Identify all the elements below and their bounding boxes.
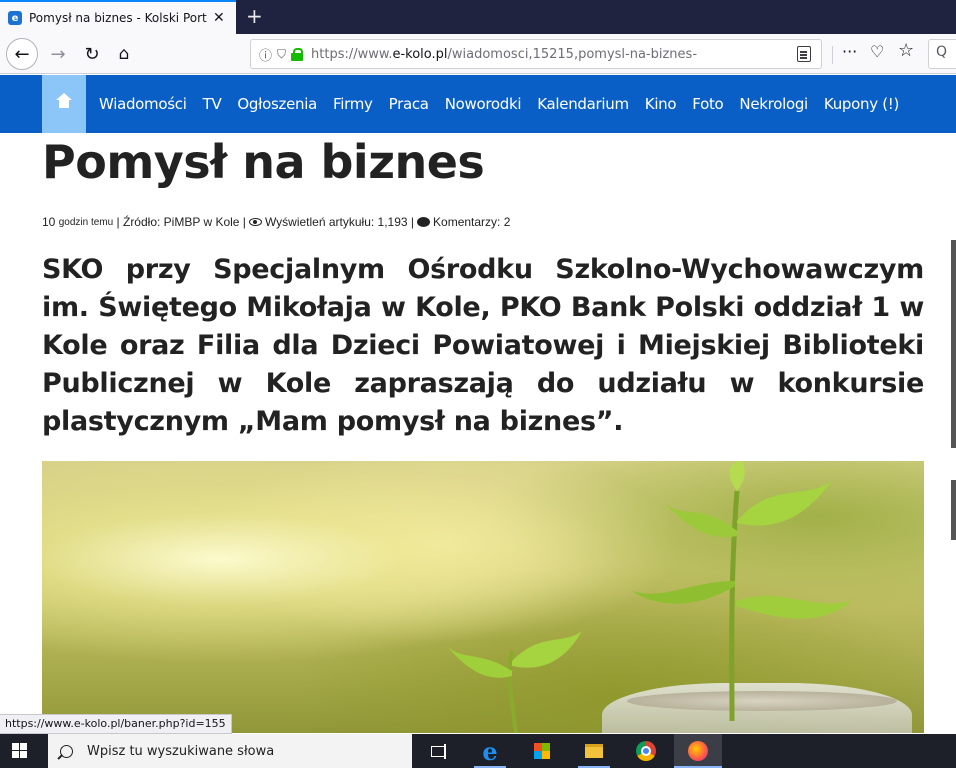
bookmark-star-icon[interactable]: ☆ xyxy=(898,40,914,61)
url-path: /wiadomosci,15215,pomysl-na-biznes- xyxy=(447,46,698,62)
menu-item-firmy[interactable]: Firmy xyxy=(333,95,373,113)
back-button[interactable]: ← xyxy=(6,38,38,70)
menu-item-praca[interactable]: Praca xyxy=(389,95,429,113)
menu-item-nekrologi[interactable]: Nekrologi xyxy=(739,95,808,113)
article-lead: SKO przy Specjalnym Ośrodku Szkolno-Wych… xyxy=(42,254,924,437)
task-view-icon[interactable] xyxy=(414,734,462,768)
status-link-preview: https://www.e-kolo.pl/baner.php?id=155 xyxy=(0,714,232,734)
menu-item-kino[interactable]: Kino xyxy=(645,95,677,113)
article-photo xyxy=(42,461,924,733)
publish-time-suffix: godzin temu xyxy=(58,216,114,228)
url-domain: e-kolo.pl xyxy=(392,46,448,62)
menu-item-tv[interactable]: TV xyxy=(203,95,222,113)
view-count: Wyświetleń artykułu: 1,193 | xyxy=(264,215,415,229)
menu-item-kalendarium[interactable]: Kalendarium xyxy=(537,95,629,113)
taskbar: Wpisz tu wyszukiwane słowa e xyxy=(0,734,956,768)
site-favicon-icon: e xyxy=(8,11,22,25)
menu-item-noworodki[interactable]: Noworodki xyxy=(445,95,522,113)
store-icon[interactable] xyxy=(518,734,566,768)
menu-item-kupony[interactable]: Kupony (!) xyxy=(824,95,899,113)
chrome-icon[interactable] xyxy=(622,734,670,768)
sidebar-edge xyxy=(951,240,956,448)
article-meta: 10 godzin temu | Źródło: PiMBP w Kole | … xyxy=(42,215,510,229)
lock-icon[interactable] xyxy=(291,48,304,61)
publish-time: 10 xyxy=(42,215,56,229)
url-text[interactable]: https://www.e-kolo.pl/wiadomosci,15215,p… xyxy=(311,47,697,62)
eye-icon xyxy=(248,218,262,226)
windows-start-icon[interactable] xyxy=(12,743,28,759)
browser-tab[interactable]: e Pomysł na biznes - Kolski Portal ✕ xyxy=(0,0,236,34)
tab-title: Pomysł na biznes - Kolski Portal xyxy=(29,11,207,25)
search-box[interactable]: Q xyxy=(928,39,956,69)
site-home-button[interactable] xyxy=(42,75,86,133)
file-explorer-icon[interactable] xyxy=(570,734,618,768)
firefox-icon[interactable] xyxy=(674,734,722,768)
article-title: Pomysł na biznes xyxy=(42,135,485,189)
reload-button[interactable]: ↻ xyxy=(78,40,106,68)
pocket-icon[interactable]: ♡ xyxy=(870,42,884,61)
navigation-toolbar: ← → ↻ ⌂ ⓘ ⛉ https://www.e-kolo.pl/wiadom… xyxy=(0,34,956,74)
house-icon xyxy=(56,93,72,109)
home-button[interactable]: ⌂ xyxy=(110,40,138,68)
new-tab-button[interactable]: + xyxy=(246,4,263,28)
page-actions-icon[interactable]: ··· xyxy=(842,42,857,61)
comments-icon xyxy=(417,217,431,227)
close-tab-icon[interactable]: ✕ xyxy=(213,10,225,26)
tab-strip: e Pomysł na biznes - Kolski Portal ✕ + xyxy=(0,0,956,34)
menu-item-foto[interactable]: Foto xyxy=(692,95,723,113)
info-icon[interactable]: ⓘ xyxy=(259,45,272,64)
taskbar-search[interactable]: Wpisz tu wyszukiwane słowa xyxy=(48,734,412,768)
menu-item-ogloszenia[interactable]: Ogłoszenia xyxy=(237,95,317,113)
comment-count[interactable]: Komentarzy: 2 xyxy=(433,215,510,229)
edge-glyph: e xyxy=(482,736,498,766)
edge-icon[interactable]: e xyxy=(466,734,514,768)
article: Pomysł na biznes 10 godzin temu | Źródło… xyxy=(0,133,956,733)
article-source: | Źródło: PiMBP w Kole | xyxy=(116,215,246,229)
search-icon: Q xyxy=(936,44,948,60)
seedling-illustration xyxy=(447,461,852,733)
tracking-shield-icon[interactable]: ⛉ xyxy=(277,47,286,62)
taskbar-search-placeholder: Wpisz tu wyszukiwane słowa xyxy=(87,743,275,759)
search-icon xyxy=(60,744,73,758)
toolbar-separator xyxy=(832,46,833,64)
address-bar[interactable]: ⓘ ⛉ https://www.e-kolo.pl/wiadomosci,152… xyxy=(250,39,822,69)
url-prefix: https://www. xyxy=(311,46,393,62)
menu-item-wiadomosci[interactable]: Wiadomości xyxy=(99,95,187,113)
site-menu: Wiadomości TV Ogłoszenia Firmy Praca Now… xyxy=(99,75,915,133)
sidebar-edge-lower xyxy=(951,480,956,540)
site-navigation: Wiadomości TV Ogłoszenia Firmy Praca Now… xyxy=(0,75,956,133)
forward-button[interactable]: → xyxy=(44,40,72,68)
reader-view-icon[interactable] xyxy=(797,46,811,62)
